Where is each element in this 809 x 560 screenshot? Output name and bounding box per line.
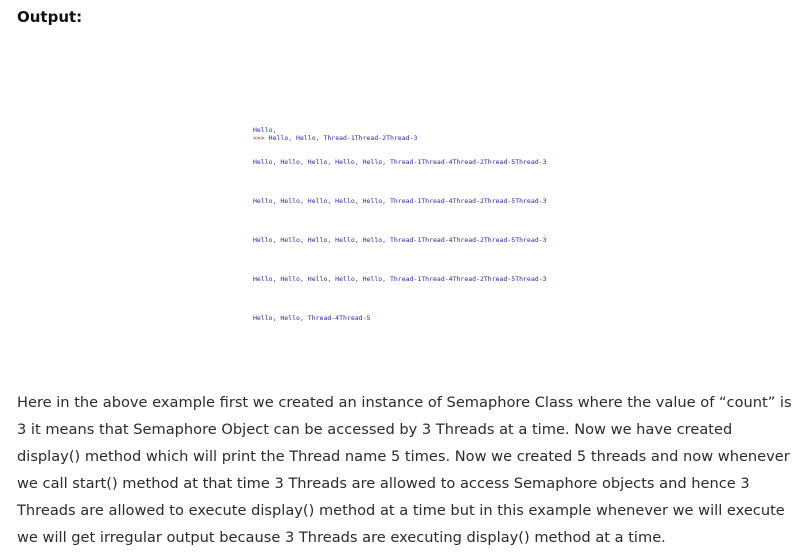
shell-line: Hello, Hello, Hello, Hello, Hello, Threa… [253,275,547,283]
shell-line: Hello, Hello, Hello, Hello, Hello, Threa… [253,158,547,166]
shell-prompt: >>> [253,134,265,142]
shell-line-text: Hello, Hello, Thread-1Thread-2Thread-3 [264,134,418,142]
shell-output-screenshot: Hello, >>> Hello, Hello, Thread-1Thread-… [253,126,573,322]
explanation-paragraph: Here in the above example first we creat… [17,394,792,546]
shell-line: >>> Hello, Hello, Thread-1Thread-2Thread… [253,134,417,142]
shell-line: Hello, Hello, Thread-4Thread-5 [253,314,371,322]
shell-line: Hello, [253,126,277,134]
output-heading: Output: [17,8,83,26]
shell-line: Hello, Hello, Hello, Hello, Hello, Threa… [253,197,547,205]
shell-line: Hello, Hello, Hello, Hello, Hello, Threa… [253,236,547,244]
